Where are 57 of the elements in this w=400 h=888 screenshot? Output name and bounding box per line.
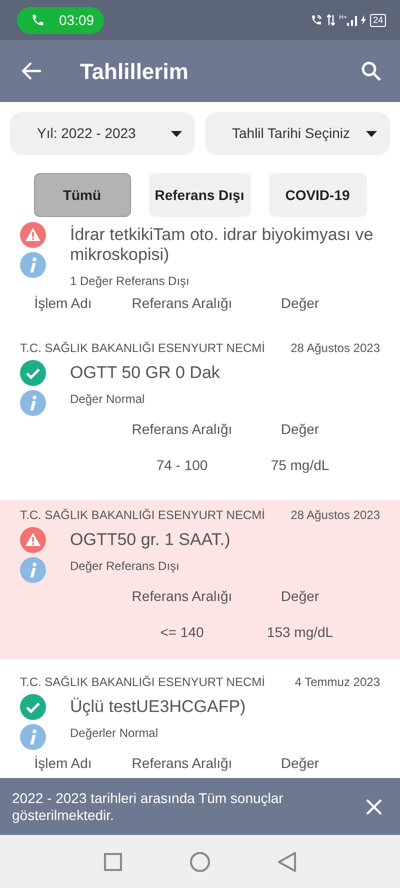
- phone-icon: [31, 13, 45, 27]
- info-icon[interactable]: [20, 724, 46, 750]
- result-card[interactable]: T.C. SAĞLIK BAKANLIĞI ESENYURT NECMİ 28 Ağustos 2023 OGTT50 gr. 1 SAAT.) Değer Referans Dışı Referans Aralığı Değer <= 140 153 mg/dL: [0, 500, 400, 659]
- battery-level: 24: [370, 14, 386, 26]
- result-date: 4 Temmuz 2023: [294, 674, 380, 691]
- close-button[interactable]: [364, 796, 384, 816]
- info-icon[interactable]: [20, 390, 46, 416]
- result-date: 28 Ağustos 2023: [290, 507, 380, 524]
- signal-icon: [346, 14, 357, 26]
- page-title: Tahlillerim: [80, 58, 190, 86]
- test-name: OGTT 50 GR 0 Dak: [70, 363, 220, 383]
- result-summary: 1 Değer Referans Dışı: [70, 273, 190, 290]
- column-header: Referans Aralığı: [132, 421, 232, 437]
- table-cell: <= 140: [160, 624, 204, 640]
- table-cell: 75 mg/dL: [270, 457, 330, 473]
- column-header: İşlem Adı: [34, 295, 92, 311]
- column-header: Değer: [280, 588, 320, 604]
- filter-tab[interactable]: Referans Dışı: [148, 173, 250, 217]
- warning-icon: [20, 527, 46, 553]
- column-header: Referans Aralığı: [132, 588, 232, 604]
- test-name: OGTT50 gr. 1 SAAT.): [70, 530, 230, 550]
- recents-icon[interactable]: [104, 852, 122, 870]
- info-icon[interactable]: [20, 252, 46, 278]
- check-icon: [20, 694, 46, 720]
- test-name: Üçlü testUE3HCGAFP): [70, 697, 246, 717]
- home-icon[interactable]: [190, 852, 210, 872]
- result-summary: Değer Referans Dışı: [70, 558, 180, 575]
- column-header: Değer: [280, 755, 320, 771]
- column-header: Referans Aralığı: [132, 755, 232, 771]
- data-arrows-icon: [327, 14, 336, 26]
- caret-icon: [171, 130, 182, 136]
- charging-icon: [360, 15, 366, 25]
- call-time: 03:09: [59, 10, 94, 30]
- hospital-name: T.C. SAĞLIK BAKANLIĞI ESENYURT NECMİ: [20, 507, 265, 524]
- result-summary: Değerler Normal: [70, 725, 160, 742]
- column-header: İşlem Adı: [34, 755, 92, 771]
- hospital-name: T.C. SAĞLIK BAKANLIĞI ESENYURT NECMİ: [20, 340, 265, 357]
- filter-dropdown[interactable]: Yıl: 2022 - 2023: [10, 112, 195, 155]
- check-icon: [20, 360, 46, 386]
- result-summary: Değer Normal: [70, 391, 146, 408]
- filter-tab[interactable]: COVID-19: [268, 173, 366, 217]
- column-header: Değer: [280, 295, 320, 311]
- table-cell: 74 - 100: [156, 457, 208, 473]
- banner-message: 2022 - 2023 tarihleri arasında Tüm sonuçlar gösterilmektedir.: [12, 790, 284, 824]
- hospital-name: T.C. SAĞLIK BAKANLIĞI ESENYURT NECMİ: [20, 674, 265, 691]
- table-cell: 153 mg/dL: [266, 624, 334, 640]
- column-header: Referans Aralığı: [132, 295, 232, 311]
- column-header: Değer: [280, 421, 320, 437]
- filter-dropdown[interactable]: Tahlil Tarihi Seçiniz: [205, 112, 390, 155]
- filter-tab[interactable]: Tümü: [34, 173, 130, 217]
- caret-icon: [366, 130, 377, 136]
- test-name: İdrar tetkikiTam oto. idrar biyokimyası ve mikroskopisi): [70, 225, 374, 265]
- warning-icon: [20, 222, 46, 248]
- info-icon[interactable]: [20, 557, 46, 583]
- back-icon[interactable]: [278, 852, 296, 872]
- wifi-call-icon: [310, 14, 324, 26]
- result-date: 28 Ağustos 2023: [290, 340, 380, 357]
